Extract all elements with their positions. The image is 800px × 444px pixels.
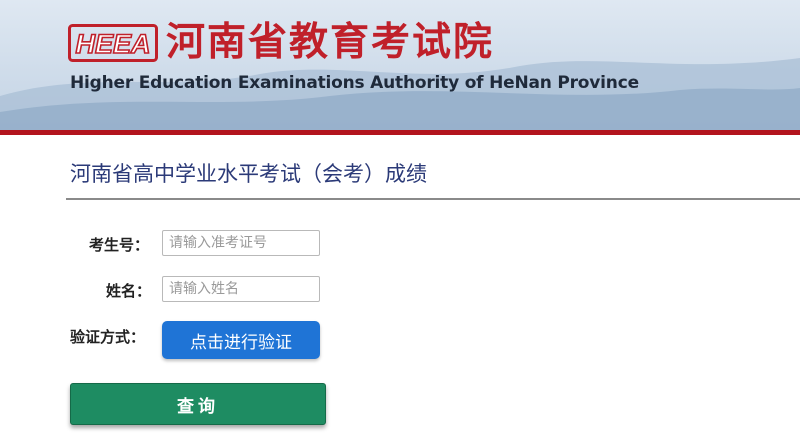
verify-button[interactable]: 点击进行验证	[162, 321, 320, 359]
verification-label: 验证方式：	[70, 328, 146, 346]
svg-text:HEEA: HEEA	[75, 29, 150, 59]
page-title: 河南省高中学业水平考试（会考）成绩	[70, 162, 427, 186]
name-input[interactable]	[162, 276, 320, 302]
exam-number-input[interactable]	[162, 230, 320, 256]
title-divider	[66, 198, 800, 200]
heea-logo: HEEA	[68, 24, 158, 62]
institution-title-en: Higher Education Examinations Authority …	[70, 73, 639, 93]
header-divider	[0, 130, 800, 135]
query-button[interactable]: 查询	[70, 383, 326, 425]
institution-title-cn: 河南省教育考试院	[166, 19, 495, 65]
name-label: 姓名：	[106, 282, 152, 300]
header-banner: HEEA 河南省教育考试院 Higher Education Examinati…	[0, 0, 800, 132]
exam-number-label: 考生号：	[89, 236, 150, 254]
